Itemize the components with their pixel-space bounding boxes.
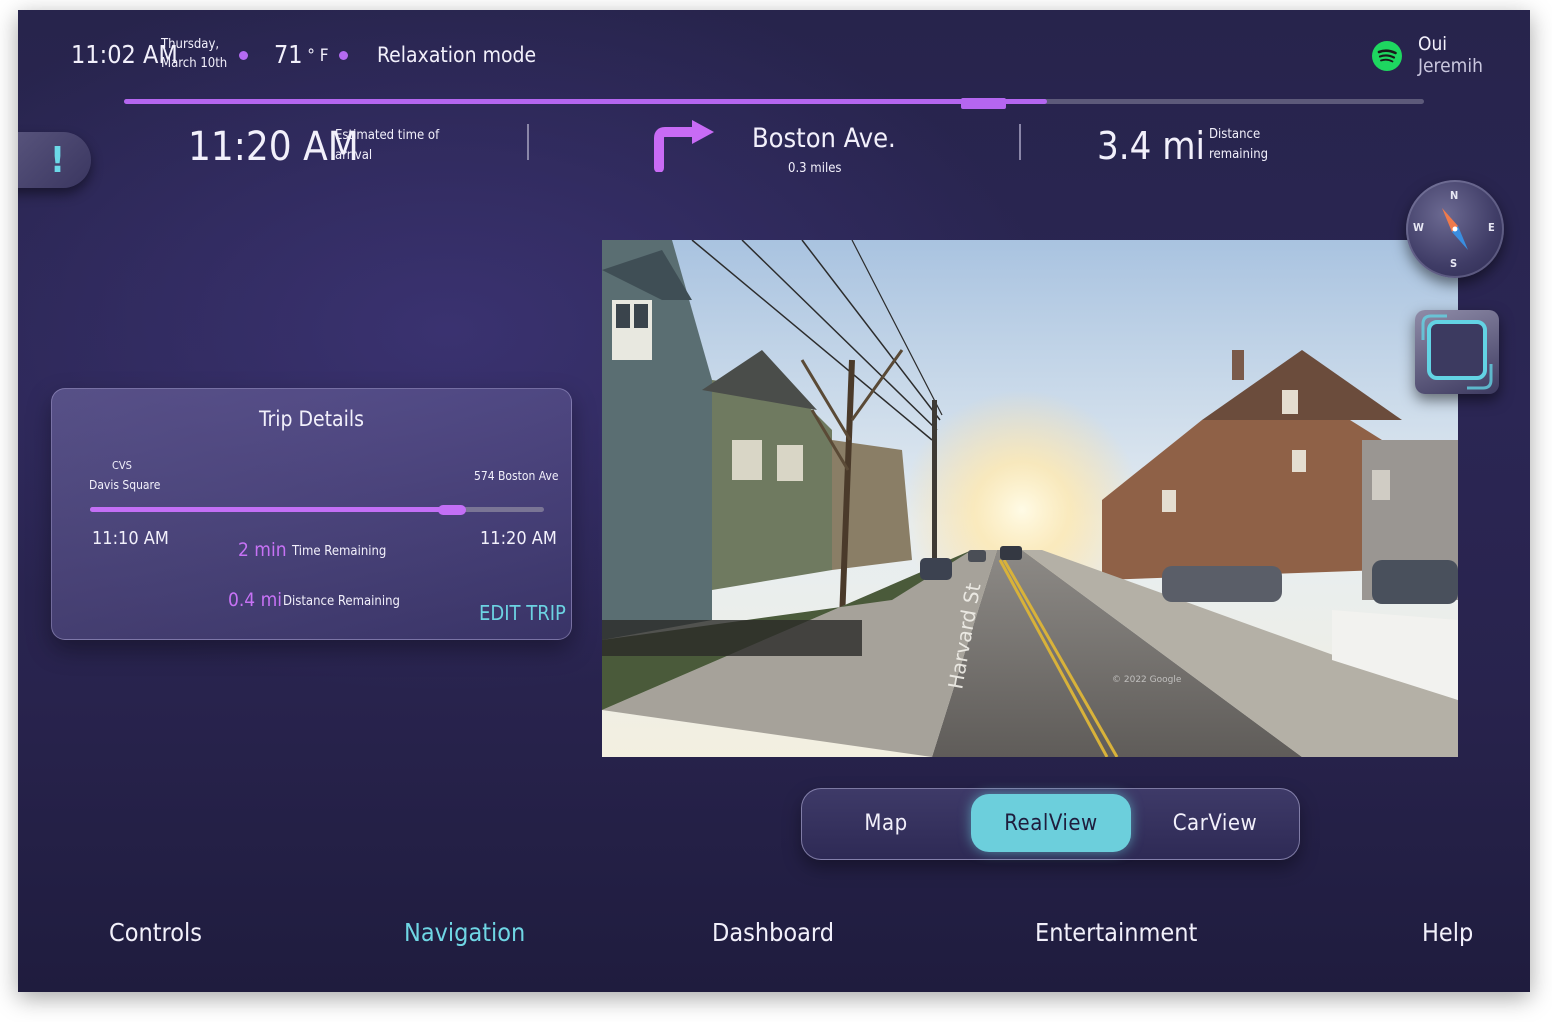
time-remaining-value: 2 min — [238, 539, 287, 561]
trip-start-time: 11:10 AM — [92, 528, 169, 549]
temperature-value: 71 — [274, 40, 303, 69]
eta-label-line1: Estimated time of — [335, 128, 440, 143]
trip-details-title: Trip Details — [259, 407, 364, 431]
trip-progress-knob[interactable] — [438, 505, 466, 515]
trip-distance-label: Distance Remaining — [283, 594, 400, 609]
eta-label-line2: arrival — [335, 148, 373, 163]
route-progress-fill — [124, 99, 1047, 104]
view-mode-toggle: Map RealView CarView — [801, 788, 1300, 860]
trip-progress-fill — [90, 507, 454, 512]
day-label: Thursday, — [161, 37, 220, 52]
temperature-unit: ° F — [307, 46, 329, 66]
distance-remaining-label-line1: Distance — [1209, 127, 1261, 142]
edit-trip-button[interactable]: EDIT TRIP — [479, 601, 566, 625]
next-street-name: Boston Ave. — [752, 123, 896, 154]
trip-distance-value: 0.4 mi — [228, 589, 283, 611]
nav-navigation[interactable]: Navigation — [404, 918, 525, 947]
trip-details-card: Trip Details CVS Davis Square 574 Boston… — [51, 388, 572, 640]
divider — [527, 124, 529, 160]
street-scene: Harvard St © 2022 Google — [602, 240, 1458, 757]
eta-time: 11:20 AM — [188, 124, 359, 170]
distance-remaining-value: 3.4 mi — [1097, 124, 1206, 168]
view-option-carview[interactable]: CarView — [1135, 794, 1295, 852]
map-watermark: © 2022 Google — [1112, 675, 1182, 685]
route-progress-knob[interactable] — [961, 98, 1006, 109]
route-progress-bar — [124, 98, 1424, 109]
nav-dashboard[interactable]: Dashboard — [712, 918, 834, 947]
song-artist[interactable]: Jeremih — [1418, 55, 1483, 77]
alert-icon: ! — [50, 139, 65, 181]
turn-right-arrow-icon — [654, 118, 716, 173]
trip-progress-bar — [90, 505, 544, 515]
view-option-map[interactable]: Map — [806, 794, 966, 852]
next-turn-distance: 0.3 miles — [788, 161, 842, 176]
trip-destination: 574 Boston Ave — [474, 469, 559, 483]
alert-button[interactable]: ! — [18, 132, 91, 188]
street-view-image[interactable]: Harvard St © 2022 Google — [602, 240, 1458, 757]
compass-needle-icon — [1442, 208, 1468, 250]
trip-origin-line2: Davis Square — [89, 478, 161, 492]
song-title[interactable]: Oui — [1418, 33, 1447, 55]
time-remaining-label: Time Remaining — [292, 544, 387, 559]
square-view-icon — [1421, 314, 1493, 390]
drive-mode[interactable]: Relaxation mode — [377, 43, 536, 67]
trip-origin-line1: CVS — [112, 459, 132, 472]
trip-end-time: 11:20 AM — [480, 528, 557, 549]
divider — [1019, 124, 1021, 160]
date-label: March 10th — [161, 56, 228, 71]
view-option-realview[interactable]: RealView — [971, 794, 1131, 852]
separator-dot — [339, 51, 348, 60]
spotify-icon[interactable] — [1372, 41, 1402, 71]
separator-dot — [239, 51, 248, 60]
temperature: 71 ° F — [274, 40, 329, 69]
compass[interactable]: N E S W — [1406, 180, 1504, 278]
nav-entertainment[interactable]: Entertainment — [1035, 918, 1197, 947]
nav-help[interactable]: Help — [1422, 918, 1473, 947]
navigation-screen: 11:02 AM Thursday, March 10th 71 ° F Rel… — [18, 10, 1530, 992]
distance-remaining-label-line2: remaining — [1209, 147, 1269, 162]
fullscreen-view-button[interactable] — [1415, 310, 1499, 394]
nav-controls[interactable]: Controls — [109, 918, 202, 947]
